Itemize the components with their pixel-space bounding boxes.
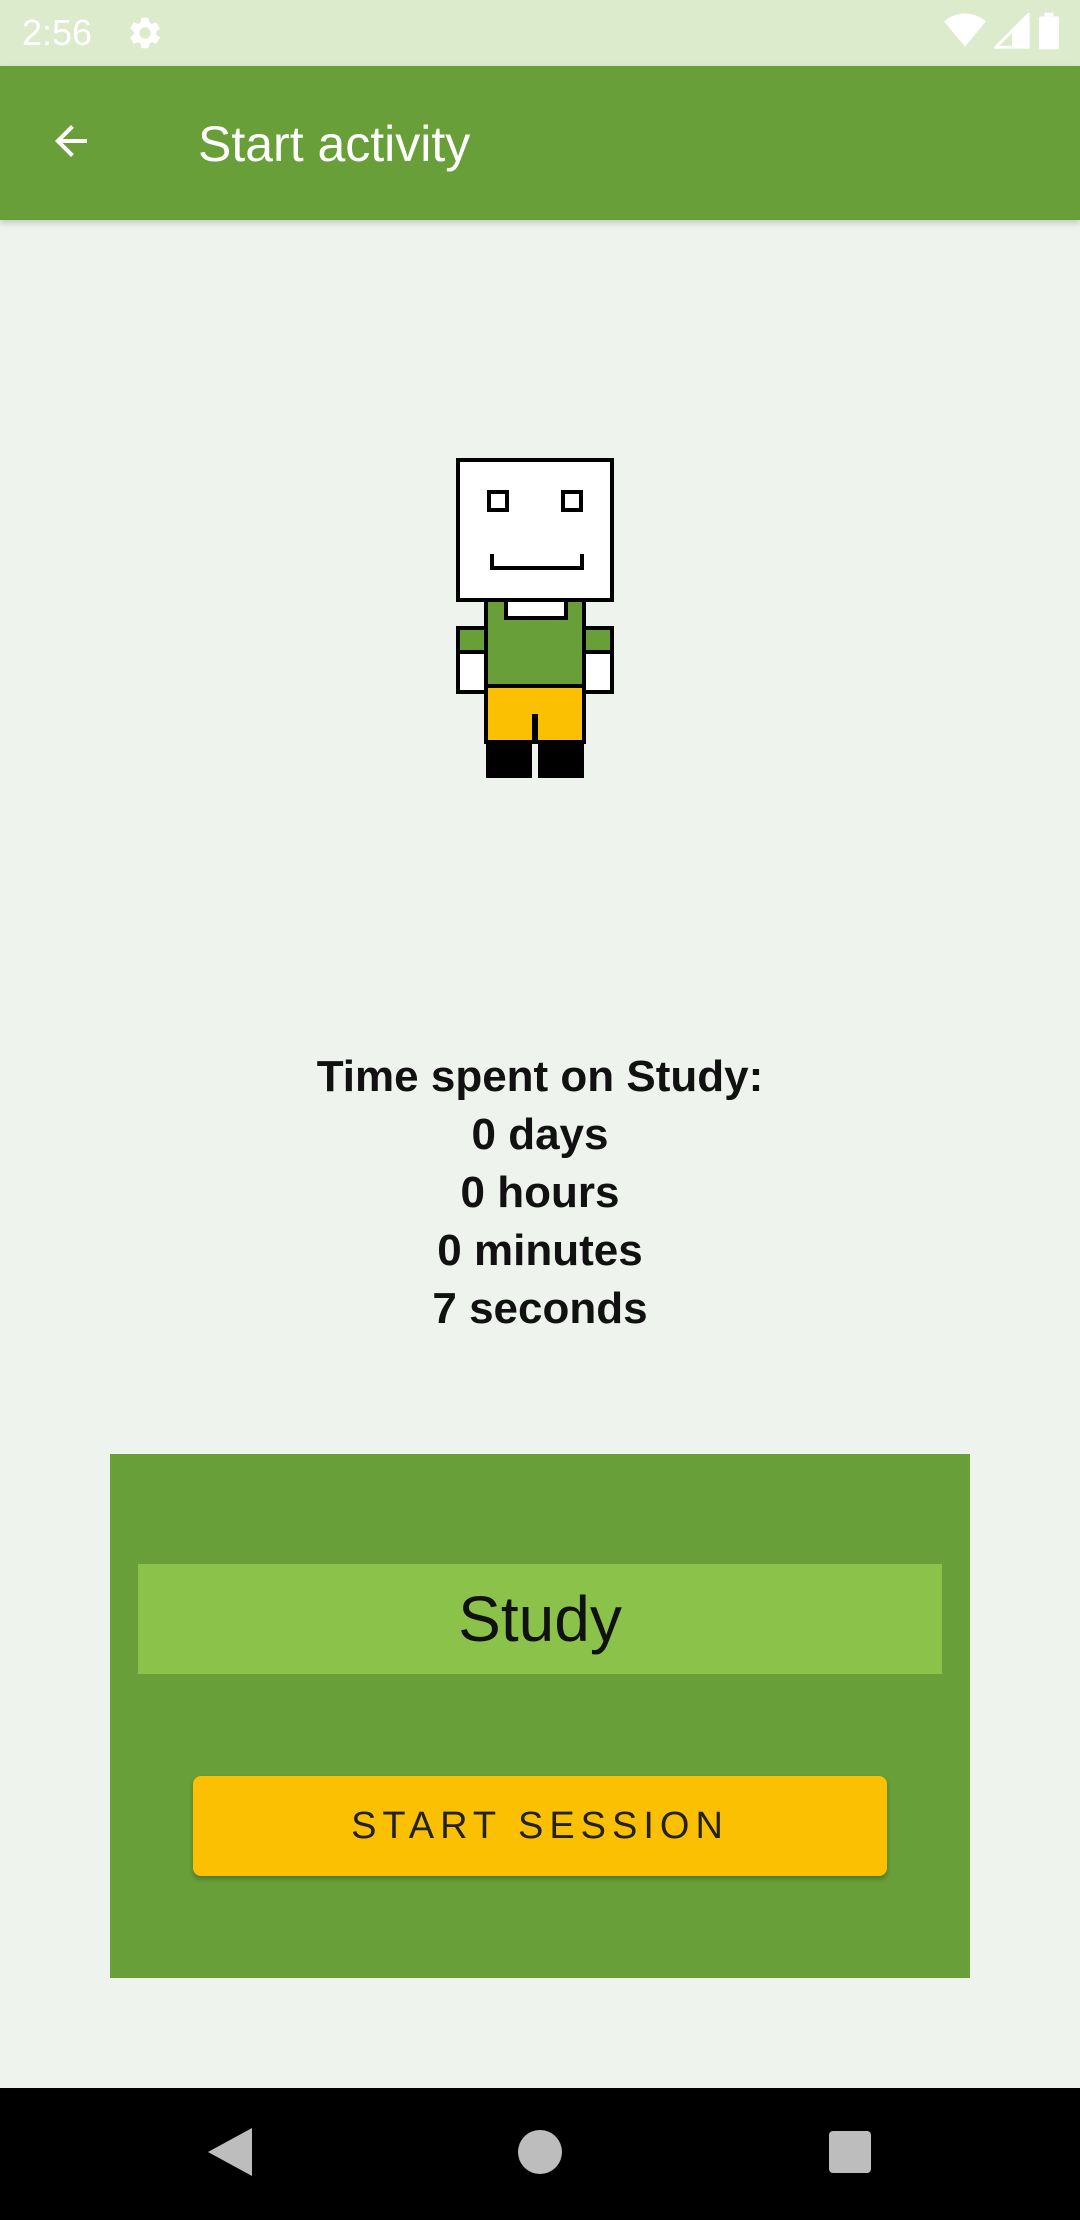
battery-icon [1038, 12, 1060, 55]
start-session-button[interactable]: START SESSION [193, 1776, 887, 1876]
settings-gear-icon [126, 14, 164, 52]
time-hours: 0 hours [460, 1168, 620, 1217]
system-nav-bar [0, 2088, 1080, 2220]
wifi-icon [944, 13, 986, 54]
back-triangle-icon [208, 2127, 252, 2181]
activity-card: Study START SESSION [110, 1454, 970, 1978]
status-icons [944, 10, 1060, 55]
nav-home-button[interactable] [480, 2088, 600, 2220]
home-circle-icon [518, 2129, 562, 2179]
nav-recents-button[interactable] [790, 2088, 910, 2220]
time-spent-summary: Time spent on Study: 0 days 0 hours 0 mi… [0, 1048, 1080, 1338]
nav-back-button[interactable] [170, 2088, 290, 2220]
time-spent-heading: Time spent on Study: [316, 1052, 764, 1101]
status-bar: 2:56 [0, 0, 1080, 66]
app-bar: Start activity [0, 66, 1080, 220]
back-button[interactable] [38, 110, 104, 176]
cell-signal-icon [992, 10, 1030, 54]
recents-square-icon [829, 2130, 871, 2178]
status-time: 2:56 [22, 12, 93, 53]
page-title: Start activity [198, 116, 471, 172]
activity-name-field[interactable]: Study [138, 1564, 942, 1674]
time-days: 0 days [471, 1110, 609, 1159]
screen: 2:56 Start activity Time spent on Study:… [0, 0, 1080, 2220]
time-seconds: 7 seconds [432, 1284, 648, 1333]
time-minutes: 0 minutes [437, 1226, 643, 1275]
pixel-character-icon [456, 458, 616, 780]
arrow-back-icon [47, 117, 95, 170]
